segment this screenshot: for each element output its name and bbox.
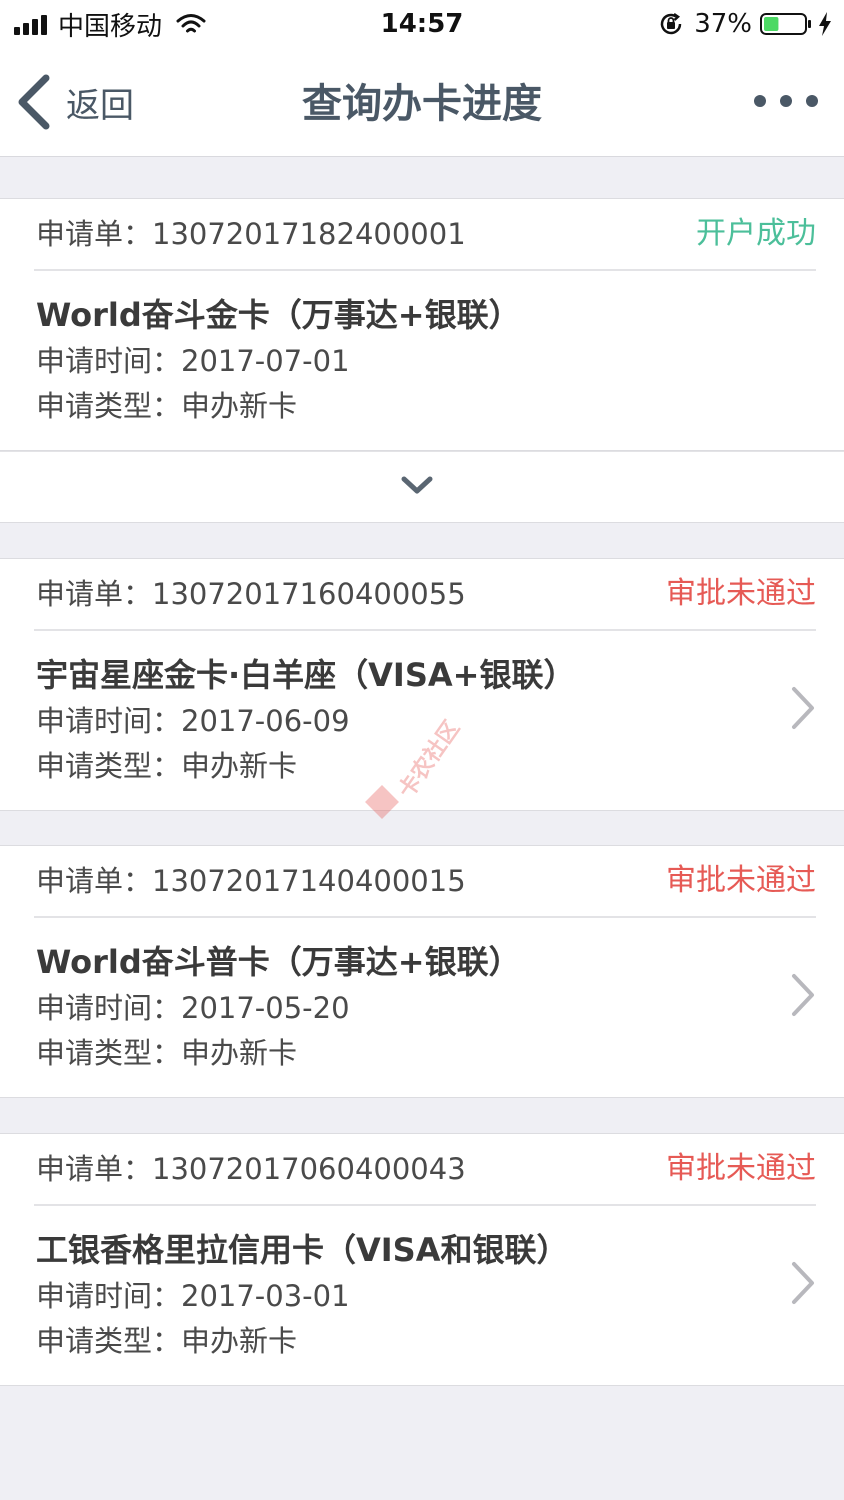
- card-product-name: 工银香格里拉信用卡（VISA和银联）: [36, 1231, 569, 1269]
- order-number: 申请单：13072017182400001: [36, 217, 466, 251]
- navigation-bar: 返回 查询办卡进度: [0, 48, 844, 157]
- status-badge: 审批未通过: [666, 576, 816, 611]
- card-product-name: World奋斗普卡（万事达+银联）: [36, 943, 521, 981]
- order-number: 申请单：13072017160400055: [36, 577, 466, 611]
- rotation-lock-icon: [660, 12, 682, 35]
- status-badge: 开户成功: [696, 216, 816, 251]
- apply-type: 申请类型：申办新卡: [36, 749, 298, 783]
- charging-bolt-icon: [819, 12, 831, 36]
- order-number: 申请单：13072017060400043: [36, 1152, 466, 1186]
- order-number: 申请单：13072017140400015: [36, 864, 466, 898]
- apply-time: 申请时间：2017-03-01: [36, 1279, 350, 1313]
- application-card[interactable]: 申请单：13072017182400001 开户成功 World奋斗金卡（万事达…: [0, 198, 844, 451]
- more-dots-icon[interactable]: [754, 90, 818, 112]
- expand-button[interactable]: [0, 451, 844, 523]
- status-badge: 审批未通过: [666, 863, 816, 898]
- card-product-name: 宇宙星座金卡·白羊座（VISA+银联）: [36, 656, 576, 694]
- chevron-right-icon[interactable]: [788, 972, 818, 1018]
- apply-time: 申请时间：2017-07-01: [36, 344, 350, 378]
- status-badge: 审批未通过: [666, 1151, 816, 1186]
- status-right: 37%: [658, 6, 832, 42]
- page-title: 查询办卡进度: [302, 81, 542, 127]
- apply-type: 申请类型：申办新卡: [36, 1036, 298, 1070]
- status-bar: 中国移动 14:57 37%: [0, 0, 844, 48]
- apply-type: 申请类型：申办新卡: [36, 389, 298, 423]
- card-header: 申请单：13072017182400001 开户成功: [34, 199, 816, 271]
- application-card[interactable]: 申请单：13072017160400055 审批未通过 宇宙星座金卡·白羊座（V…: [0, 558, 844, 811]
- chevron-right-icon[interactable]: [788, 1260, 818, 1306]
- apply-time: 申请时间：2017-05-20: [36, 991, 350, 1025]
- card-header: 申请单：13072017160400055 审批未通过: [34, 559, 816, 631]
- battery-percent: 37%: [694, 9, 752, 39]
- card-product-name: World奋斗金卡（万事达+银联）: [36, 296, 521, 334]
- battery-icon: [760, 13, 811, 35]
- card-header: 申请单：13072017140400015 审批未通过: [34, 846, 816, 918]
- apply-type: 申请类型：申办新卡: [36, 1324, 298, 1358]
- card-header: 申请单：13072017060400043 审批未通过: [34, 1134, 816, 1206]
- apply-time: 申请时间：2017-06-09: [36, 704, 350, 738]
- application-card[interactable]: 申请单：13072017060400043 审批未通过 工银香格里拉信用卡（VI…: [0, 1133, 844, 1386]
- chevron-right-icon[interactable]: [788, 685, 818, 731]
- chevron-down-icon: [401, 476, 433, 494]
- application-card[interactable]: 申请单：13072017140400015 审批未通过 World奋斗普卡（万事…: [0, 845, 844, 1098]
